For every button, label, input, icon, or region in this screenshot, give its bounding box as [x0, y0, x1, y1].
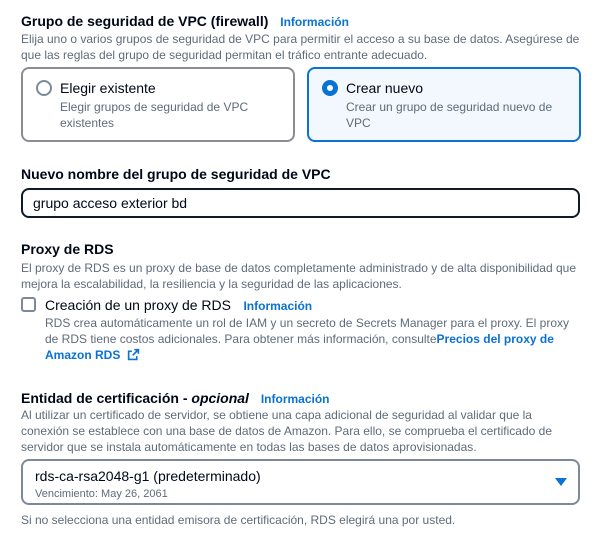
radio-create-new[interactable]	[322, 80, 338, 96]
cert-authority-title-text: Entidad de certificación	[21, 390, 179, 406]
new-sg-name-label: Nuevo nombre del grupo de seguridad de V…	[21, 166, 331, 182]
option-choose-existing-label: Elegir existente	[60, 80, 156, 96]
rds-proxy-checkbox[interactable]	[21, 297, 36, 312]
cert-authority-footer-note: Si no selecciona una entidad emisora de …	[21, 513, 456, 527]
cert-authority-info-link[interactable]: Información	[261, 392, 330, 406]
new-sg-name-input[interactable]	[21, 188, 580, 218]
rds-proxy-checkbox-description: RDS crea automáticamente un rol de IAM y…	[45, 315, 581, 363]
cert-authority-optional: opcional	[191, 390, 249, 406]
cert-authority-select[interactable]: rds-ca-rsa2048-g1 (predeterminado) Venci…	[21, 459, 580, 505]
vpc-sg-title: Grupo de seguridad de VPC (firewall) Inf…	[21, 12, 349, 30]
vpc-sg-info-link[interactable]: Información	[280, 15, 349, 29]
option-create-new-description: Crear un grupo de seguridad nuevo de VPC	[346, 100, 553, 130]
external-link-icon	[127, 348, 139, 361]
vpc-sg-title-text: Grupo de seguridad de VPC (firewall)	[21, 13, 269, 29]
option-create-new-label: Crear nuevo	[346, 80, 424, 96]
cert-authority-description: Al utilizar un certificado de servidor, …	[21, 408, 553, 454]
radio-choose-existing[interactable]	[36, 80, 52, 96]
option-create-new[interactable]: Crear nuevo Crear un grupo de seguridad …	[307, 67, 581, 142]
caret-down-icon	[555, 478, 567, 486]
cert-authority-selected-value: rds-ca-rsa2048-g1 (predeterminado)	[35, 468, 261, 484]
option-choose-existing[interactable]: Elegir existente Elegir grupos de seguri…	[21, 67, 295, 142]
rds-proxy-checkbox-row: Creación de un proxy de RDS Información	[45, 296, 312, 315]
rds-proxy-checkbox-label[interactable]: Creación de un proxy de RDS	[45, 297, 231, 313]
cert-authority-title: Entidad de certificación - opcional Info…	[21, 390, 330, 406]
rds-proxy-info-link[interactable]: Información	[243, 299, 312, 313]
option-choose-existing-description: Elegir grupos de seguridad de VPC existe…	[60, 100, 249, 130]
rds-proxy-title: Proxy de RDS	[21, 241, 114, 257]
vpc-sg-description: Elija uno o varios grupos de seguridad d…	[21, 32, 580, 62]
rds-proxy-description: El proxy de RDS es un proxy de base de d…	[21, 261, 576, 291]
cert-authority-expiration: Vencimiento: May 26, 2061	[35, 488, 168, 500]
